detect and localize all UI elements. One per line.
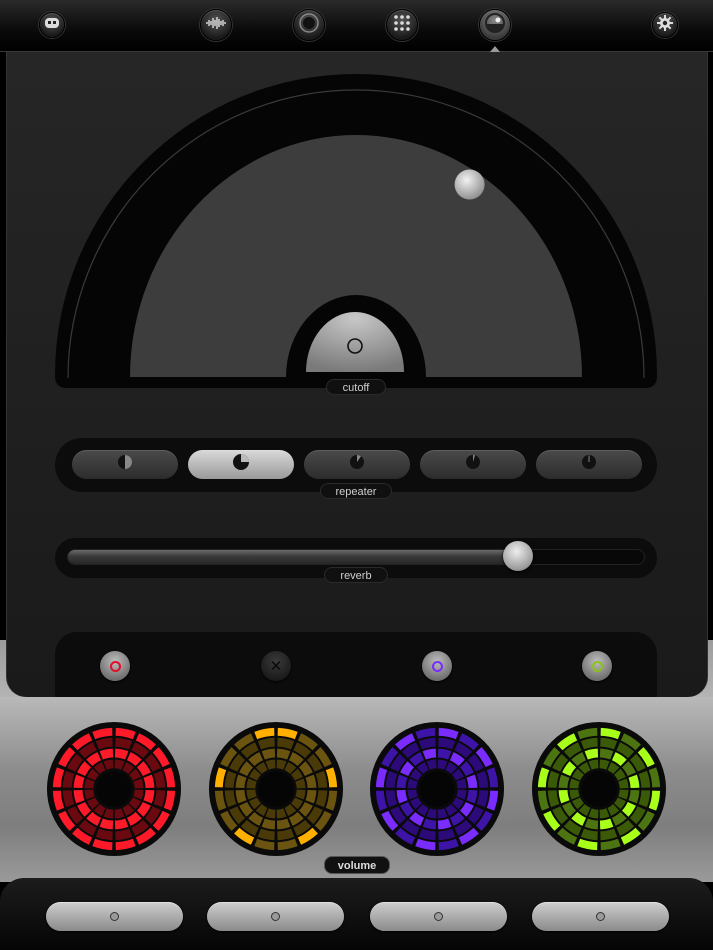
top-nav-bar — [0, 0, 713, 52]
nav-effects-button[interactable] — [479, 9, 511, 41]
gear-icon — [657, 14, 673, 36]
purple-ring-icon — [431, 660, 443, 672]
repeater-label: repeater — [320, 483, 392, 499]
dial-hub — [96, 771, 132, 807]
grid-dots-icon — [393, 14, 411, 37]
volume-dial-green[interactable] — [530, 720, 668, 858]
half-circle-icon — [117, 454, 133, 475]
red-ring-icon — [109, 660, 121, 672]
quarter-tick-icon — [349, 454, 365, 475]
nav-settings-button[interactable] — [652, 12, 678, 38]
reverb-label: reverb — [324, 567, 388, 583]
repeater-option-1[interactable] — [72, 450, 178, 479]
nav-grid-button[interactable] — [386, 9, 418, 41]
pad-dot-icon — [434, 912, 443, 921]
dial-hub — [581, 771, 617, 807]
reverb-knob[interactable] — [502, 541, 533, 571]
pad-dot-icon — [271, 912, 280, 921]
volume-dial-amber[interactable] — [207, 720, 345, 858]
pad-1[interactable] — [46, 902, 183, 931]
pad-bar — [0, 878, 713, 950]
reverb-groove — [67, 549, 645, 565]
cutoff-label: cutoff — [326, 379, 386, 395]
clear-select-button[interactable]: ✕ — [261, 651, 291, 681]
robot-face-icon — [44, 16, 60, 34]
pad-dot-icon — [110, 912, 119, 921]
volume-label: volume — [324, 856, 390, 874]
purple-select-button[interactable] — [422, 651, 452, 681]
pad-2[interactable] — [207, 902, 344, 931]
three-quarter-circle-icon — [232, 453, 250, 476]
repeater-option-2[interactable] — [188, 450, 294, 479]
pad-4[interactable] — [532, 902, 669, 931]
dial-hub — [258, 771, 294, 807]
effects-dial-icon — [484, 12, 506, 39]
volume-dial-purple[interactable] — [368, 720, 506, 858]
volume-dial-red[interactable] — [45, 720, 183, 858]
small-tick-icon — [465, 454, 481, 475]
cutoff-control[interactable] — [0, 52, 713, 402]
nav-waveform-button[interactable] — [200, 9, 232, 41]
cutoff-knob[interactable] — [454, 169, 485, 200]
close-x-icon: ✕ — [269, 657, 283, 675]
pad-3[interactable] — [370, 902, 507, 931]
green-ring-icon — [591, 660, 603, 672]
repeater-option-5[interactable] — [536, 450, 642, 479]
dial-selector-row: ✕ — [55, 632, 657, 698]
nav-record-button[interactable] — [293, 9, 325, 41]
repeater-option-3[interactable] — [304, 450, 410, 479]
red-select-button[interactable] — [100, 651, 130, 681]
thin-tick-icon — [581, 454, 597, 475]
record-icon — [299, 12, 319, 38]
green-select-button[interactable] — [582, 651, 612, 681]
nav-robot-button[interactable] — [39, 12, 65, 38]
repeater-option-4[interactable] — [420, 450, 526, 479]
reverb-fill — [68, 550, 519, 564]
pad-dot-icon — [596, 912, 605, 921]
dial-hub — [419, 771, 455, 807]
waveform-icon — [205, 16, 227, 35]
